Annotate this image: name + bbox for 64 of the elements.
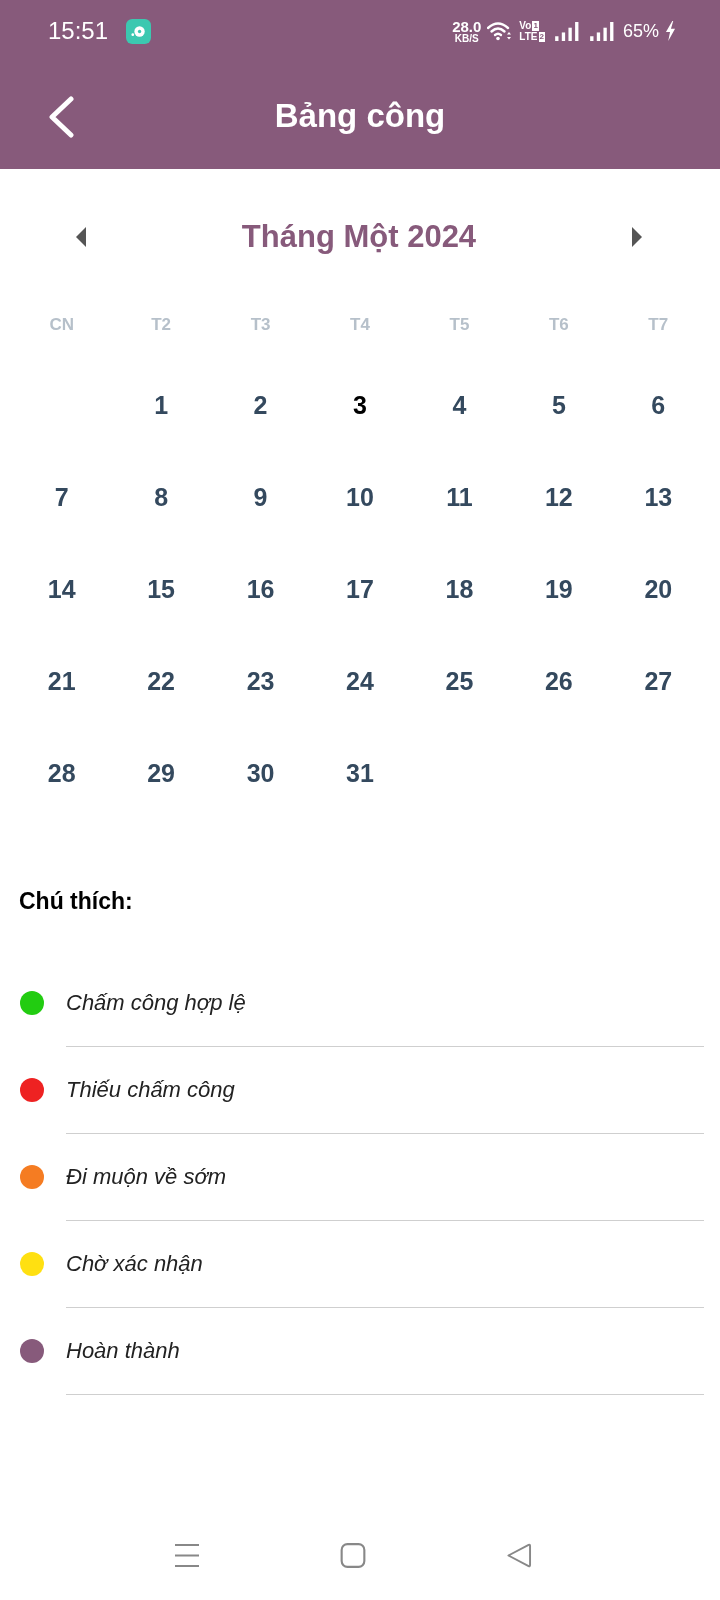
weekday-label: CN — [49, 315, 74, 335]
calendar-day[interactable]: 20 — [640, 572, 677, 606]
calendar-day[interactable]: 1 — [150, 388, 173, 422]
network-speed-value: 28.0 — [452, 18, 482, 34]
weekday-label: T7 — [648, 315, 669, 335]
legend-label: Đi muộn về sớm — [66, 1164, 226, 1190]
calendar-day[interactable]: 19 — [540, 572, 577, 606]
legend-label: Hoàn thành — [66, 1338, 180, 1364]
calendar-day[interactable]: 21 — [43, 664, 80, 698]
calendar-day[interactable]: 2 — [249, 388, 272, 422]
weekday-label: T3 — [250, 315, 271, 335]
legend-title: Chú thích: — [19, 887, 134, 916]
weekday-label: T4 — [350, 315, 370, 335]
calendar-day[interactable]: 29 — [143, 756, 180, 790]
calendar-day[interactable]: 8 — [150, 480, 173, 514]
calendar-day[interactable]: 7 — [50, 480, 73, 514]
status-time: 15:51 — [48, 17, 109, 45]
calendar-day[interactable]: 26 — [540, 664, 577, 698]
lte-label: LTE — [519, 31, 538, 42]
calendar-day[interactable]: 27 — [640, 664, 677, 698]
back-triangle-icon — [506, 1542, 532, 1568]
calendar-day[interactable]: 12 — [540, 480, 577, 514]
menu-icon — [174, 1542, 200, 1568]
calendar-day[interactable]: 13 — [640, 480, 677, 514]
calendar-day[interactable]: 25 — [441, 664, 478, 698]
calendar-day[interactable]: 24 — [342, 664, 378, 698]
weekday-label: T2 — [151, 315, 172, 335]
calendar-day[interactable]: 18 — [441, 572, 478, 606]
month-title: Tháng Một 2024 — [241, 219, 477, 254]
calendar-day[interactable]: 9 — [249, 480, 272, 514]
screen-title: Bảng công — [274, 96, 446, 135]
right-triangle-icon — [632, 227, 642, 247]
calendar-day[interactable]: 15 — [143, 572, 180, 606]
calendar-day[interactable]: 5 — [547, 388, 570, 422]
legend-label: Chờ xác nhận — [66, 1251, 203, 1277]
left-triangle-icon — [76, 227, 86, 247]
weekday-label: T5 — [449, 315, 470, 335]
back-chevron-icon — [48, 96, 74, 138]
calendar-day[interactable]: 11 — [442, 480, 477, 514]
weekday-label: T6 — [548, 315, 569, 335]
calendar-day[interactable]: 16 — [242, 572, 279, 606]
calendar-day[interactable]: 6 — [647, 388, 670, 422]
calendar-day[interactable]: 3 — [349, 388, 371, 422]
network-speed-unit: KB/S — [454, 33, 479, 44]
calendar-day[interactable]: 28 — [43, 756, 80, 790]
legend-label: Chấm công hợp lệ — [66, 990, 246, 1016]
calendar-day[interactable]: 31 — [342, 756, 378, 790]
sim-number: 2 — [538, 31, 545, 42]
calendar-day[interactable]: 14 — [43, 572, 80, 606]
battery-percent: 65% — [622, 20, 659, 42]
calendar-day[interactable]: 23 — [242, 664, 279, 698]
signal-icon — [589, 21, 615, 41]
sim-number: 1 — [532, 20, 539, 31]
calendar-day[interactable]: 22 — [143, 664, 180, 698]
calendar-day[interactable]: 4 — [448, 388, 471, 422]
volte-label: Vo — [519, 20, 532, 31]
app-notification-icon — [126, 18, 152, 44]
legend-label: Thiếu chấm công — [66, 1077, 235, 1103]
calendar-day[interactable]: 10 — [342, 480, 378, 514]
square-icon — [340, 1542, 366, 1568]
wifi-icon — [487, 21, 514, 41]
signal-icon — [554, 21, 580, 41]
calendar-day[interactable]: 17 — [342, 572, 378, 606]
calendar-day[interactable]: 30 — [242, 756, 279, 790]
